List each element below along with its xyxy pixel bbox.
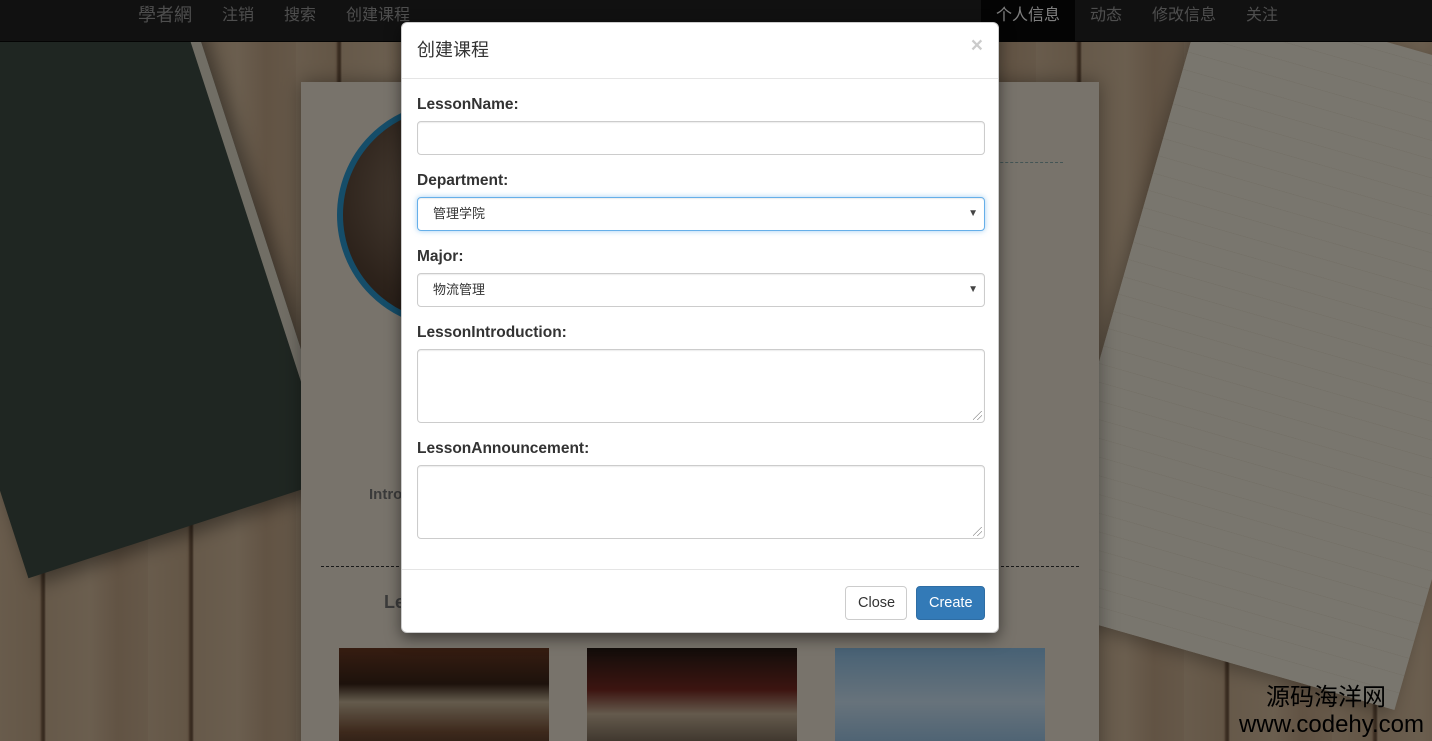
create-lesson-modal: 创建课程 × LessonName: Department: 管理学院 ▼ Ma… (401, 22, 999, 633)
lesson-introduction-label: LessonIntroduction: (417, 324, 567, 341)
lesson-name-input[interactable] (417, 121, 985, 155)
major-selected-value: 物流管理 (433, 282, 486, 297)
close-button[interactable]: Close (845, 586, 907, 620)
resize-grip-icon[interactable] (973, 527, 982, 536)
modal-title: 创建课程 (417, 40, 489, 60)
major-label: Major: (417, 248, 464, 265)
close-icon[interactable]: × (971, 35, 983, 56)
lesson-announcement-label: LessonAnnouncement: (417, 440, 590, 457)
resize-grip-icon[interactable] (973, 411, 982, 420)
chevron-down-icon: ▼ (968, 284, 978, 295)
modal-footer: Close Create (402, 569, 998, 632)
create-button[interactable]: Create (916, 586, 985, 620)
watermark-site-name: 源码海洋网 (1266, 684, 1386, 711)
lesson-announcement-textarea[interactable] (417, 465, 985, 539)
modal-header: 创建课程 × (402, 23, 998, 79)
lesson-name-label: LessonName: (417, 96, 519, 113)
department-label: Department: (417, 172, 509, 189)
chevron-down-icon: ▼ (968, 208, 978, 219)
watermark: 源码海洋网 www.codehy.com (1228, 684, 1424, 738)
department-selected-value: 管理学院 (433, 206, 486, 221)
department-select[interactable]: 管理学院 ▼ (417, 197, 985, 231)
watermark-url: www.codehy.com (1239, 711, 1424, 738)
lesson-introduction-textarea[interactable] (417, 349, 985, 423)
major-select[interactable]: 物流管理 ▼ (417, 273, 985, 307)
